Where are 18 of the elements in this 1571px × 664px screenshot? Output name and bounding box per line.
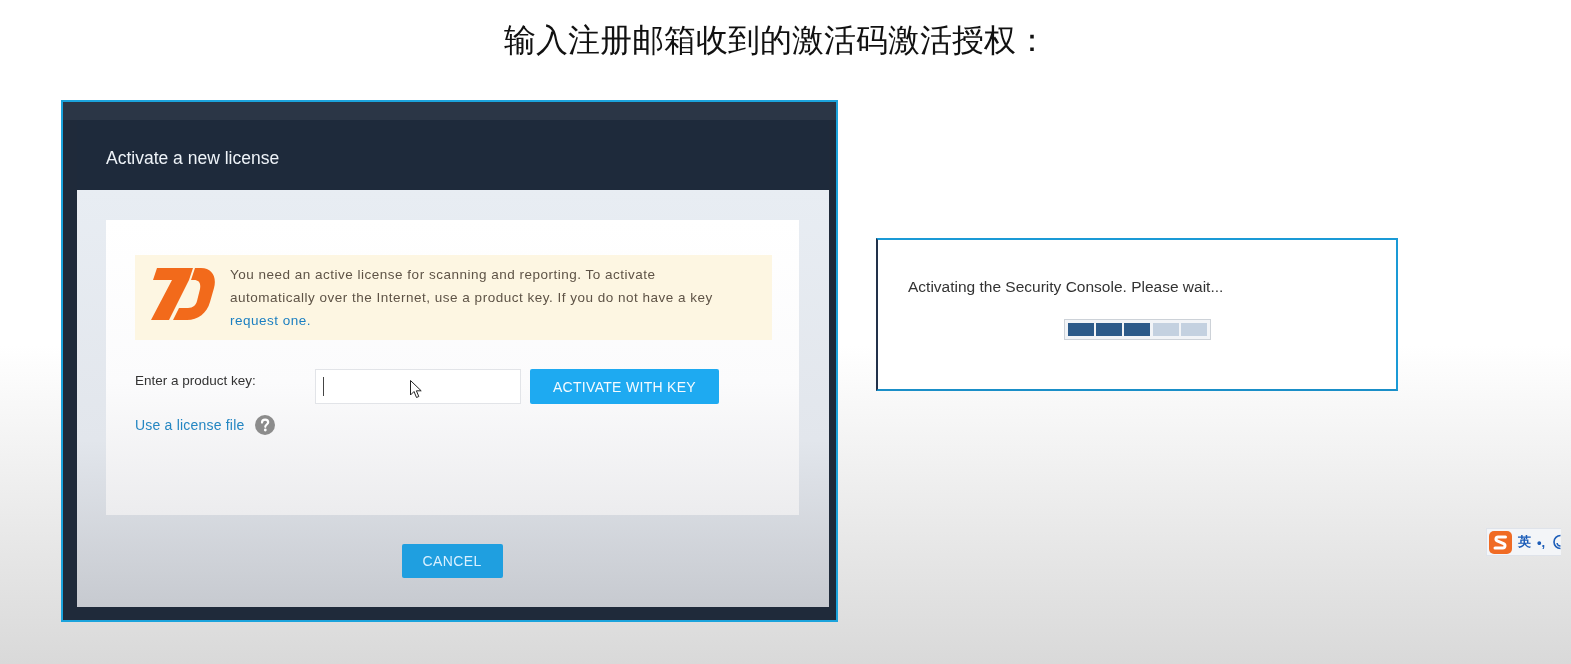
logo-icon (150, 268, 216, 320)
progress-message: Activating the Security Console. Please wait... (908, 277, 1225, 297)
request-link[interactable]: request one. (230, 313, 312, 328)
input-mode-toggle[interactable]: 英 (1518, 533, 1531, 551)
text-caret-icon (323, 377, 324, 396)
product-key-label: Enter a product key: (135, 373, 257, 388)
cancel-button[interactable]: CANCEL (401, 544, 503, 578)
mouse-pointer-icon (410, 380, 422, 398)
help-icon[interactable] (255, 415, 276, 435)
dialog-title: Activate a new license (106, 147, 280, 169)
circle-icon[interactable] (1551, 534, 1562, 550)
logo-icon[interactable] (1489, 530, 1512, 554)
activate-button[interactable]: ACTIVATE WITH KEY (530, 369, 719, 404)
product-key-field[interactable] (315, 369, 521, 404)
punctuation-toggle[interactable]: •, (1537, 534, 1546, 550)
license-file-link[interactable]: Use a license file (135, 417, 245, 433)
slide-title: 输入注册邮箱收到的激活码激活授权： (503, 21, 1048, 60)
license-notice-text: You need an active license for scanning and reporting. To activate automatically over the Internet, use a product key. If you do not have a key request one. (230, 266, 714, 330)
